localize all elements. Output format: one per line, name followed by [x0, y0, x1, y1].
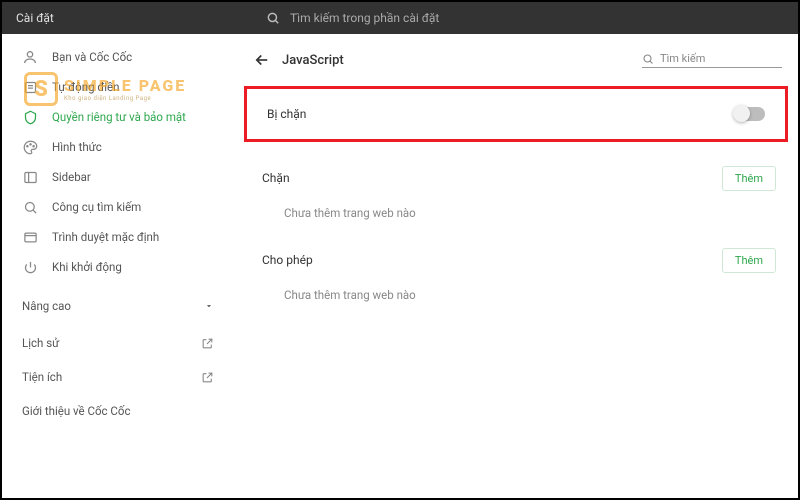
autofill-icon — [22, 79, 38, 95]
global-search-input[interactable] — [290, 11, 798, 25]
main-content: JavaScript Bị chặn Chặn Thêm Chưa thêm — [234, 34, 798, 498]
sidebar-sub-extensions[interactable]: Tiện ích — [2, 360, 234, 394]
block-section-title: Chặn — [262, 171, 290, 185]
label: Giới thiệu về Cốc Cốc — [22, 404, 130, 418]
toggle-knob — [733, 105, 750, 122]
block-add-button[interactable]: Thêm — [722, 166, 776, 191]
advanced-label: Nâng cao — [22, 299, 71, 313]
search-icon — [266, 11, 280, 25]
page-header: JavaScript — [244, 44, 788, 76]
page-title: JavaScript — [282, 53, 642, 68]
sidebar-item-privacy[interactable]: Quyền riêng tư và bảo mật — [2, 102, 234, 132]
sidebar-item-default-browser[interactable]: Trình duyệt mặc định — [2, 222, 234, 252]
sidebar-item-label: Khi khởi động — [52, 260, 234, 274]
allow-section-header: Cho phép Thêm — [244, 242, 788, 278]
shield-icon — [22, 109, 38, 125]
allow-empty-message: Chưa thêm trang web nào — [244, 278, 788, 324]
label: Lịch sử — [22, 336, 59, 350]
page-search[interactable] — [642, 52, 782, 68]
blocked-toggle-card: Bị chặn — [244, 86, 788, 142]
sidebar-item-label: Hình thức — [52, 140, 234, 154]
sidebar-icon — [22, 169, 38, 185]
sidebar-advanced-toggle[interactable]: Nâng cao — [2, 288, 234, 324]
sidebar-item-label: Trình duyệt mặc định — [52, 230, 234, 244]
sidebar-item-label: Bạn và Cốc Cốc — [52, 50, 234, 64]
block-empty-message: Chưa thêm trang web nào — [244, 196, 788, 242]
sidebar-item-search-engine[interactable]: Công cụ tìm kiếm — [2, 192, 234, 222]
palette-icon — [22, 139, 38, 155]
app-title: Cài đặt — [2, 11, 266, 25]
sidebar-item-label: Sidebar — [52, 170, 234, 184]
sidebar-item-label: Tự động điền — [52, 80, 234, 94]
sidebar: S SIMPLE PAGE Kho giao diện Landing Page… — [2, 34, 234, 498]
sidebar-item-you[interactable]: Bạn và Cốc Cốc — [2, 42, 234, 72]
sidebar-item-appearance[interactable]: Hình thức — [2, 132, 234, 162]
user-icon — [22, 49, 38, 65]
sidebar-item-label: Quyền riêng tư và bảo mật — [52, 110, 234, 124]
sidebar-item-sidebar[interactable]: Sidebar — [2, 162, 234, 192]
sidebar-item-label: Công cụ tìm kiếm — [52, 200, 234, 214]
browser-icon — [22, 229, 38, 245]
search-icon — [22, 199, 38, 215]
search-icon — [642, 53, 654, 65]
sidebar-item-autofill[interactable]: Tự động điền — [2, 72, 234, 102]
blocked-label: Bị chặn — [267, 107, 306, 121]
open-external-icon — [201, 371, 214, 384]
power-icon — [22, 259, 38, 275]
allow-section-title: Cho phép — [262, 253, 313, 267]
block-section-header: Chặn Thêm — [244, 160, 788, 196]
sidebar-sub-about[interactable]: Giới thiệu về Cốc Cốc — [2, 394, 234, 428]
sidebar-sub-history[interactable]: Lịch sử — [2, 326, 234, 360]
open-external-icon — [201, 337, 214, 350]
label: Tiện ích — [22, 370, 62, 384]
blocked-toggle[interactable] — [735, 107, 765, 121]
chevron-down-icon — [204, 301, 214, 311]
global-search[interactable] — [266, 11, 798, 25]
page-search-input[interactable] — [660, 52, 798, 65]
allow-add-button[interactable]: Thêm — [722, 248, 776, 273]
app-header: Cài đặt — [2, 2, 798, 34]
sidebar-item-on-startup[interactable]: Khi khởi động — [2, 252, 234, 282]
back-button[interactable] — [250, 48, 274, 72]
